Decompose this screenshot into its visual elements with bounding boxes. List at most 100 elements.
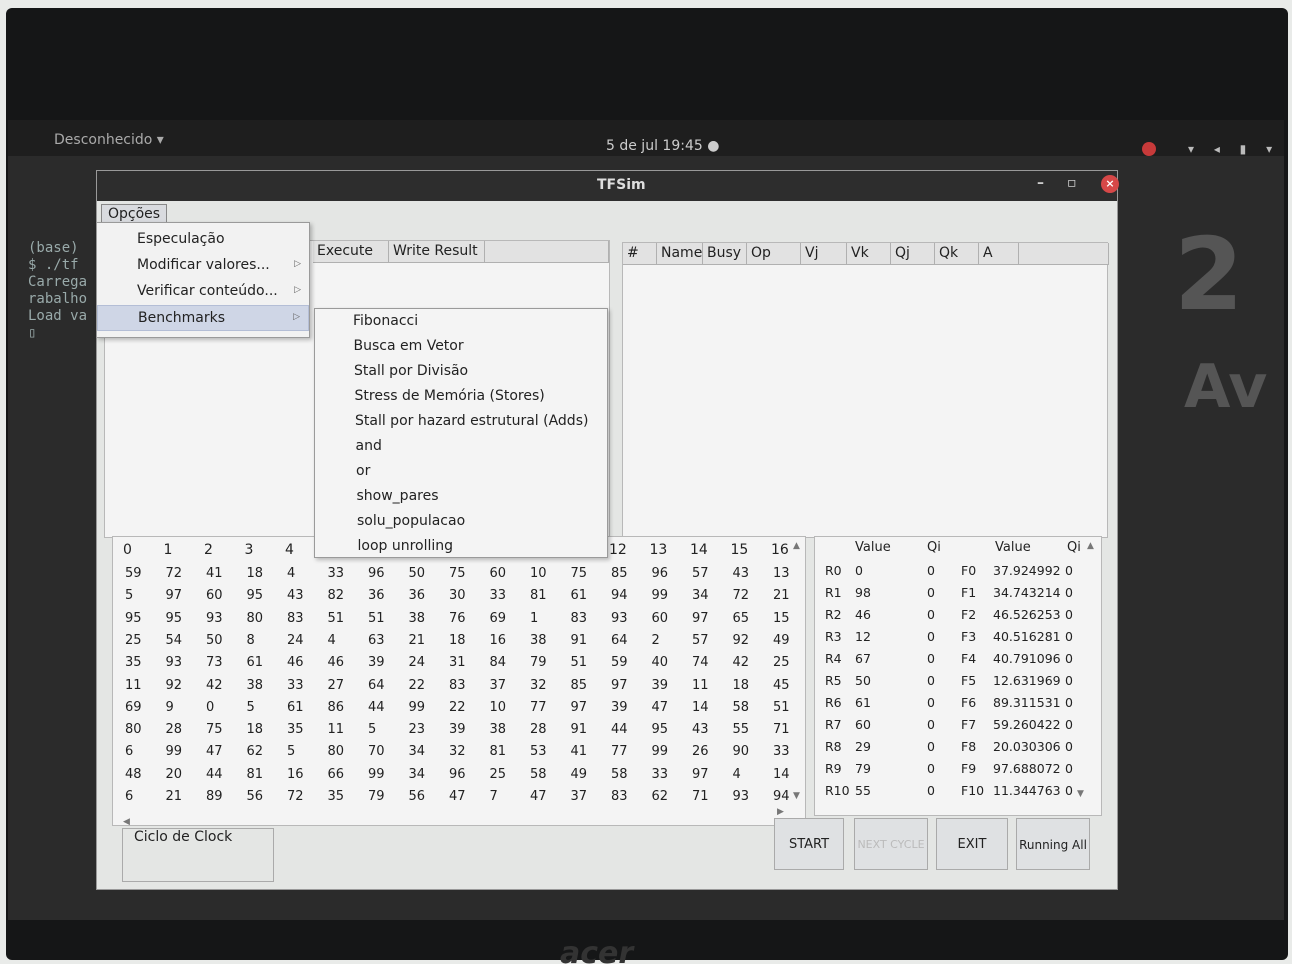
register-cell: 0 <box>1065 673 1073 688</box>
benchmark-item[interactable]: Stress de Memória (Stores) <box>355 388 545 404</box>
scroll-up-icon[interactable]: ▲ <box>793 541 800 551</box>
memory-cell: 14 <box>692 699 709 715</box>
memory-cell: 32 <box>449 744 466 760</box>
benchmark-item[interactable]: or <box>356 463 370 479</box>
register-col-header: Qi <box>927 540 941 555</box>
memory-cell: 11 <box>125 677 142 693</box>
col-header-filler <box>485 241 609 263</box>
rs-col-header-filler <box>1019 243 1109 265</box>
benchmark-item[interactable]: Stall por hazard estrutural (Adds) <box>355 413 588 429</box>
memory-cell: 21 <box>165 789 183 804</box>
reg-scroll-down-icon[interactable]: ▼ <box>1077 789 1084 799</box>
menu-opcoes[interactable]: Opções <box>101 204 168 224</box>
clock-readout[interactable]: 5 de jul 19:45 ● <box>606 138 719 154</box>
memory-col-header: 1 <box>163 542 173 558</box>
memory-cell: 60 <box>206 588 223 604</box>
exit-button[interactable]: EXIT <box>936 818 1008 870</box>
menu-item-modificar-valores[interactable]: Modificar valores... ▷ <box>97 253 309 279</box>
memory-cell: 97 <box>692 766 709 782</box>
menu-item-verificar-conte-do[interactable]: Verificar conteúdo... ▷ <box>97 279 309 305</box>
menu-item-benchmarks[interactable]: Benchmarks ▷ <box>97 305 309 331</box>
memory-cell: 5 <box>287 744 296 760</box>
register-cell: 0 <box>1065 783 1073 798</box>
memory-cell: 80 <box>125 722 142 738</box>
memory-cell: 5 <box>368 722 377 738</box>
register-cell: R4 <box>825 651 842 666</box>
memory-cell: 95 <box>246 588 264 604</box>
next-cycle-button[interactable]: NEXT CYCLE <box>854 818 928 870</box>
memory-cell: 79 <box>530 655 547 671</box>
memory-cell: 69 <box>489 610 507 626</box>
memory-cell: 2 <box>651 632 660 648</box>
memory-cell: 33 <box>489 588 507 604</box>
register-cell: 60 <box>855 717 871 732</box>
memory-cell: 81 <box>530 588 547 604</box>
register-cell: 0 <box>1065 695 1073 710</box>
menu-item-especula-o[interactable]: Especulação <box>97 227 309 253</box>
memory-cell: 39 <box>611 699 628 715</box>
benchmark-item[interactable]: Stall por Divisão <box>354 363 468 379</box>
close-button[interactable]: × <box>1101 175 1119 193</box>
benchmark-item[interactable]: and <box>356 438 382 454</box>
running-all-button[interactable]: Running All <box>1016 818 1090 870</box>
register-cell: 61 <box>855 695 871 710</box>
register-cell: R1 <box>825 585 842 600</box>
memory-cell: 99 <box>408 699 426 715</box>
memory-cell: 69 <box>125 699 142 715</box>
memory-cell: 82 <box>327 588 345 604</box>
activities-menu[interactable]: Desconhecido ▾ <box>54 132 164 148</box>
memory-cell: 36 <box>408 588 426 604</box>
memory-cell: 85 <box>611 566 628 581</box>
memory-cell: 28 <box>165 722 183 738</box>
memory-cell: 0 <box>206 699 215 715</box>
memory-cell: 38 <box>489 722 507 738</box>
reg-scroll-up-icon[interactable]: ▲ <box>1087 541 1094 551</box>
window-titlebar[interactable]: TFSim – ▫ × <box>97 171 1119 201</box>
system-tray-icons[interactable]: ▾ ◂ ▮ ▾ <box>1188 142 1280 156</box>
acer-logo: acer <box>560 936 634 964</box>
register-cell: 98 <box>855 585 871 600</box>
benchmark-item[interactable]: solu_populacao <box>357 513 465 529</box>
memory-cell: 50 <box>408 566 426 581</box>
menu-item-label: Benchmarks <box>138 310 226 326</box>
memory-cell: 51 <box>773 699 790 715</box>
memory-cell: 6 <box>125 744 134 760</box>
memory-cell: 80 <box>327 744 345 760</box>
benchmark-item[interactable]: Busca em Vetor <box>354 338 464 354</box>
memory-col-header: 4 <box>285 542 294 558</box>
scroll-left-icon[interactable]: ◀ <box>123 817 130 827</box>
register-cell: 0 <box>927 563 935 578</box>
register-cell: 0 <box>1065 629 1073 644</box>
memory-cell: 39 <box>651 677 669 693</box>
memory-cell: 35 <box>327 789 345 804</box>
col-header-execute: Execute <box>313 241 389 263</box>
memory-cell: 28 <box>530 722 547 738</box>
register-cell: 46.526253 <box>993 607 1061 622</box>
memory-cell: 47 <box>651 699 669 715</box>
memory-cell: 86 <box>327 699 345 715</box>
memory-cell: 43 <box>732 566 750 581</box>
register-cell: F10 <box>961 783 985 798</box>
memory-cell: 24 <box>287 632 304 648</box>
scroll-right-icon[interactable]: ▶ <box>777 807 784 817</box>
memory-cell: 56 <box>246 789 264 804</box>
memory-cell: 7 <box>489 789 498 804</box>
memory-cell: 97 <box>692 610 709 626</box>
memory-cell: 18 <box>449 632 466 648</box>
start-button[interactable]: START <box>774 818 844 870</box>
notification-icon[interactable] <box>1142 142 1156 156</box>
maximize-button[interactable]: ▫ <box>1067 175 1077 191</box>
memory-cell: 99 <box>651 588 669 604</box>
system-top-bar: Desconhecido ▾ 5 de jul 19:45 ● ▾ ◂ ▮ ▾ <box>8 120 1284 156</box>
memory-cell: 16 <box>287 766 304 782</box>
memory-cell: 72 <box>287 789 304 804</box>
minimize-button[interactable]: – <box>1037 175 1044 191</box>
memory-cell: 91 <box>570 722 588 738</box>
benchmark-item[interactable]: loop unrolling <box>358 538 454 554</box>
benchmark-item[interactable]: show_pares <box>357 488 439 504</box>
register-cell: 0 <box>1065 739 1073 754</box>
benchmark-item[interactable]: Fibonacci <box>353 313 418 329</box>
scroll-down-icon[interactable]: ▼ <box>793 791 800 801</box>
memory-cell: 4 <box>732 766 741 782</box>
memory-cell: 60 <box>489 566 507 581</box>
